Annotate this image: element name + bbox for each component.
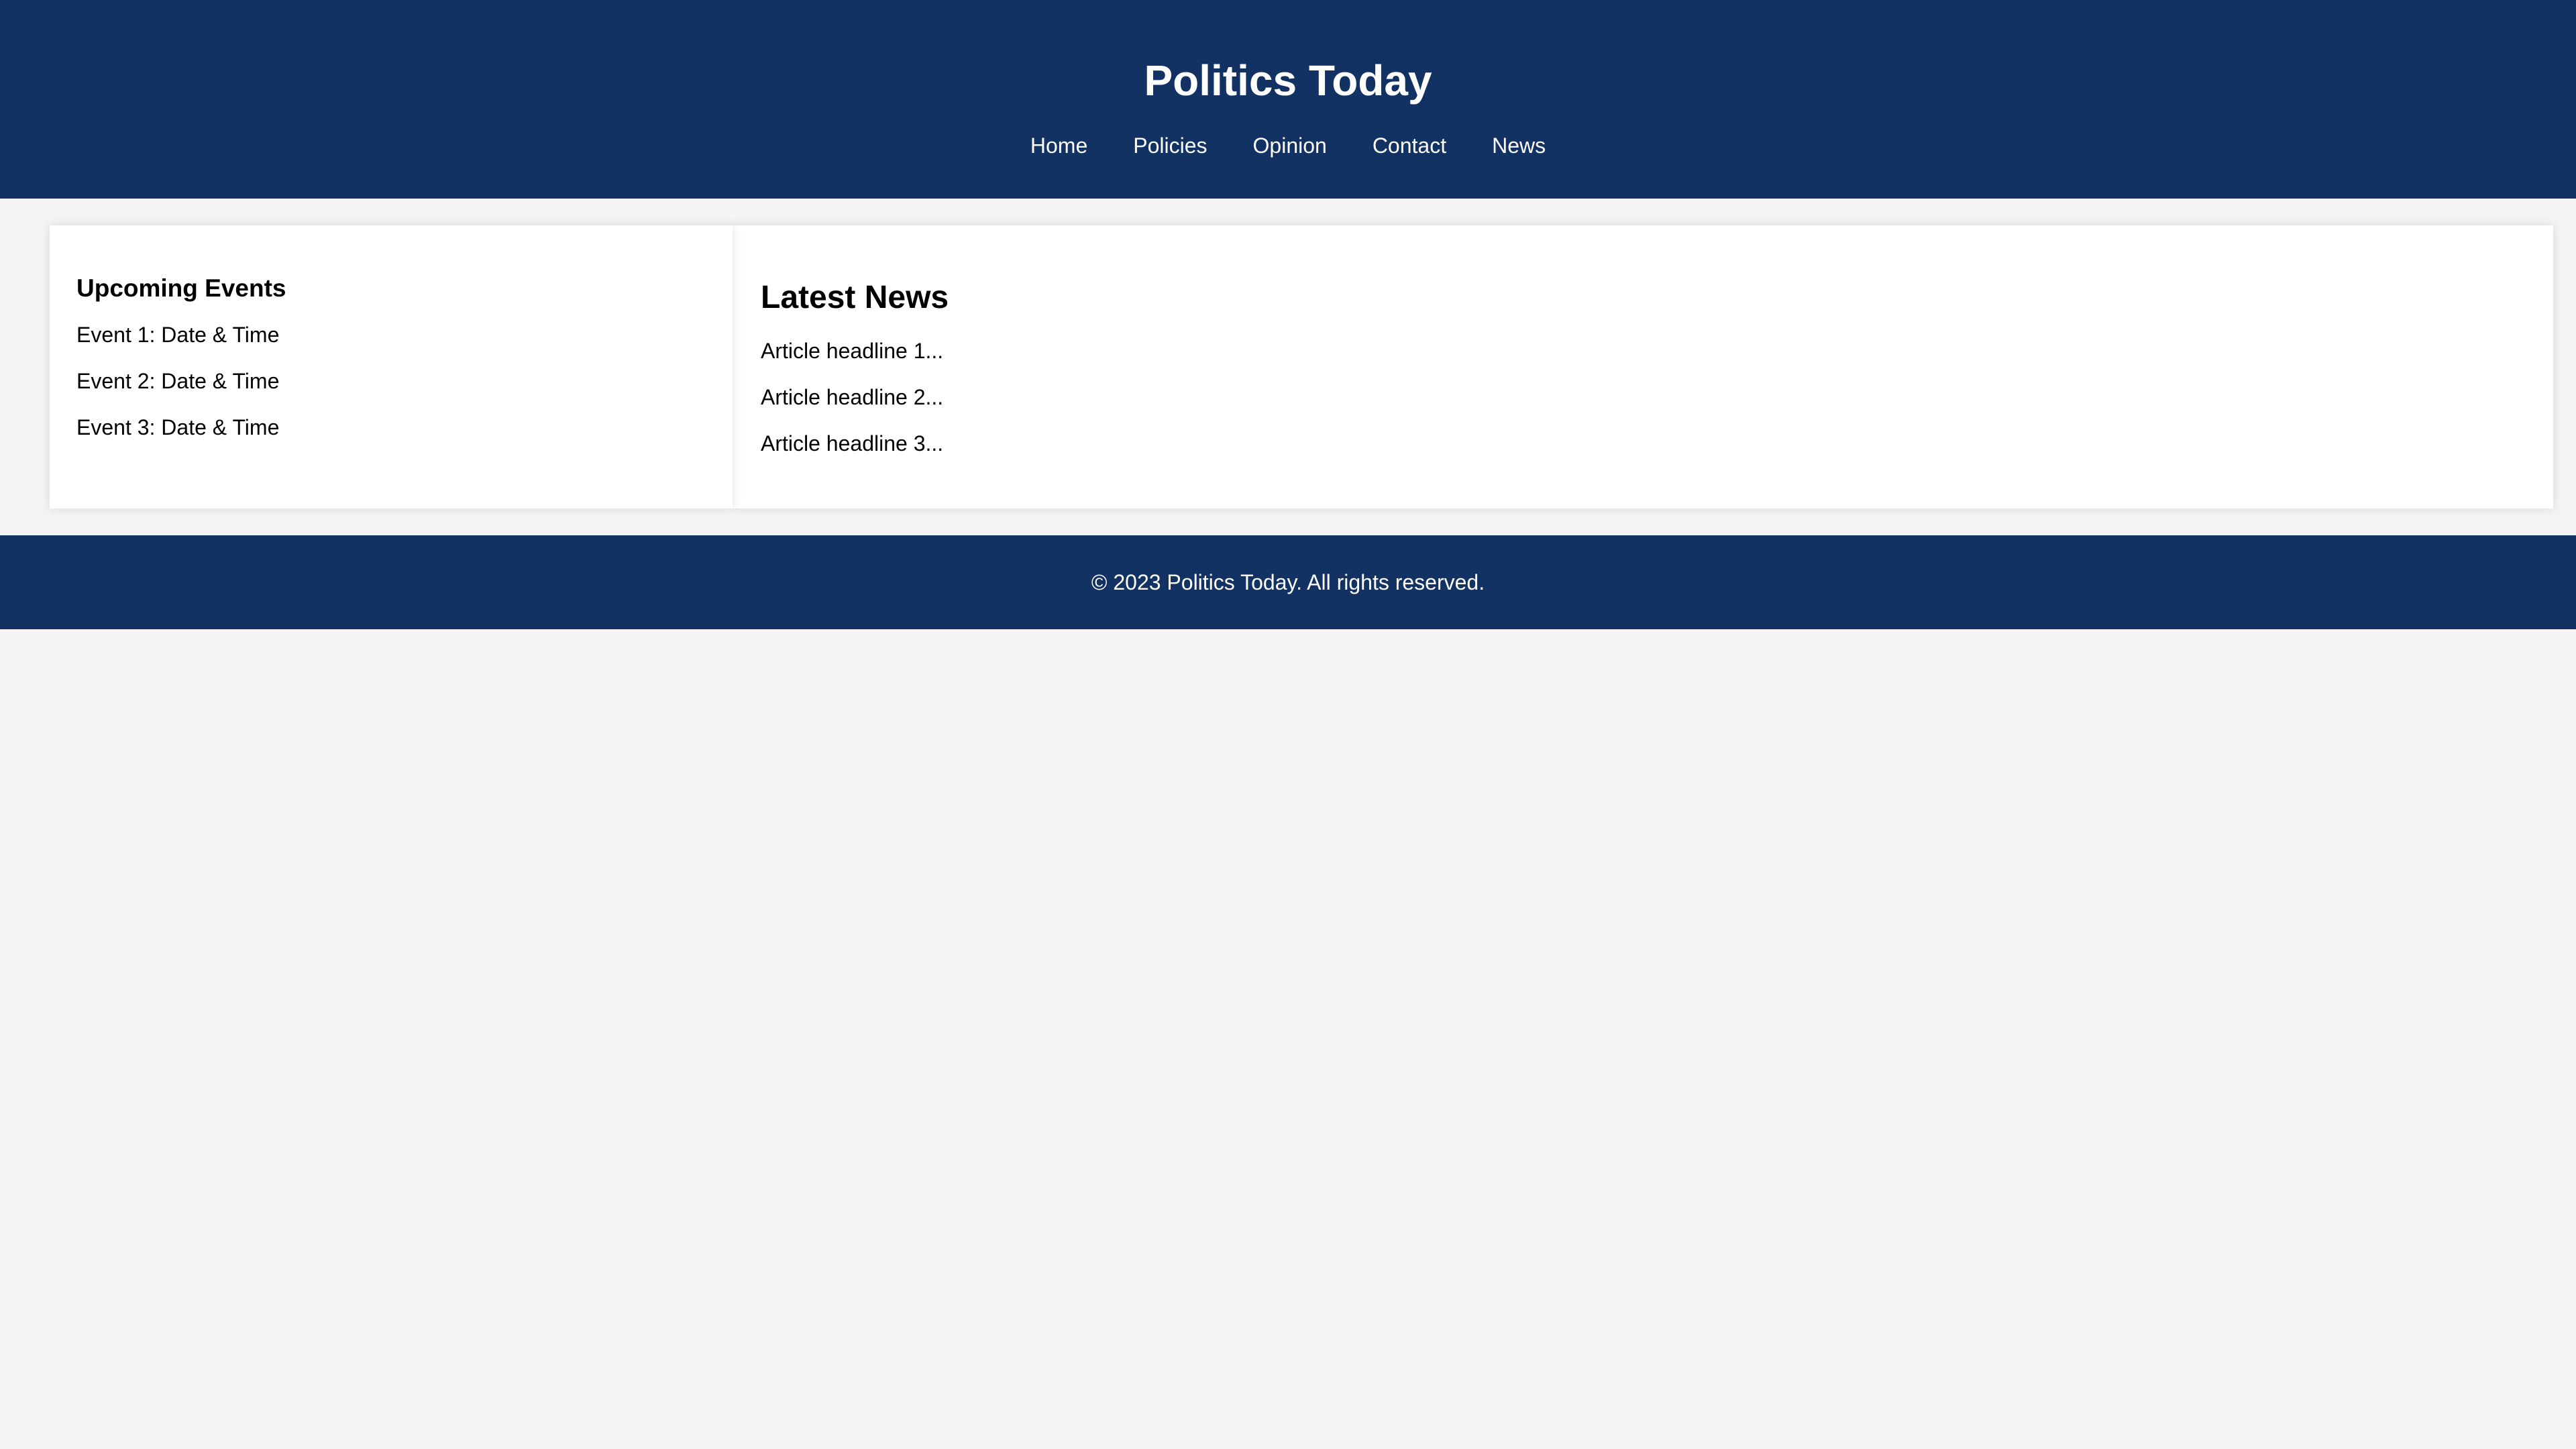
event-item: Event 1: Date & Time xyxy=(76,323,280,347)
latest-news-title: Latest News xyxy=(761,280,949,315)
upcoming-events-title: Upcoming Events xyxy=(76,274,286,302)
main-content: Upcoming Events Event 1: Date & Time Eve… xyxy=(50,225,2553,508)
nav-link-policies[interactable]: Policies xyxy=(1110,129,1230,162)
latest-news-panel: Latest News Article headline 1... Articl… xyxy=(733,225,2553,508)
article-headline[interactable]: Article headline 2... xyxy=(761,382,2525,413)
nav-link-home[interactable]: Home xyxy=(1008,129,1110,162)
event-item: Event 2: Date & Time xyxy=(76,369,280,393)
upcoming-events-panel: Upcoming Events Event 1: Date & Time Eve… xyxy=(50,225,733,508)
main-nav: Home Policies Opinion Contact News xyxy=(0,129,2576,162)
copyright-text: © 2023 Politics Today. All rights reserv… xyxy=(1091,570,1485,594)
site-footer: © 2023 Politics Today. All rights reserv… xyxy=(0,535,2576,629)
site-header: Politics Today Home Policies Opinion Con… xyxy=(0,0,2576,199)
nav-link-opinion[interactable]: Opinion xyxy=(1230,129,1350,162)
nav-link-contact[interactable]: Contact xyxy=(1350,129,1469,162)
article-headline[interactable]: Article headline 3... xyxy=(761,428,2525,460)
event-item: Event 3: Date & Time xyxy=(76,415,280,439)
site-title: Politics Today xyxy=(1144,56,1432,105)
article-headline[interactable]: Article headline 1... xyxy=(761,335,2525,367)
nav-link-news[interactable]: News xyxy=(1469,129,1568,162)
